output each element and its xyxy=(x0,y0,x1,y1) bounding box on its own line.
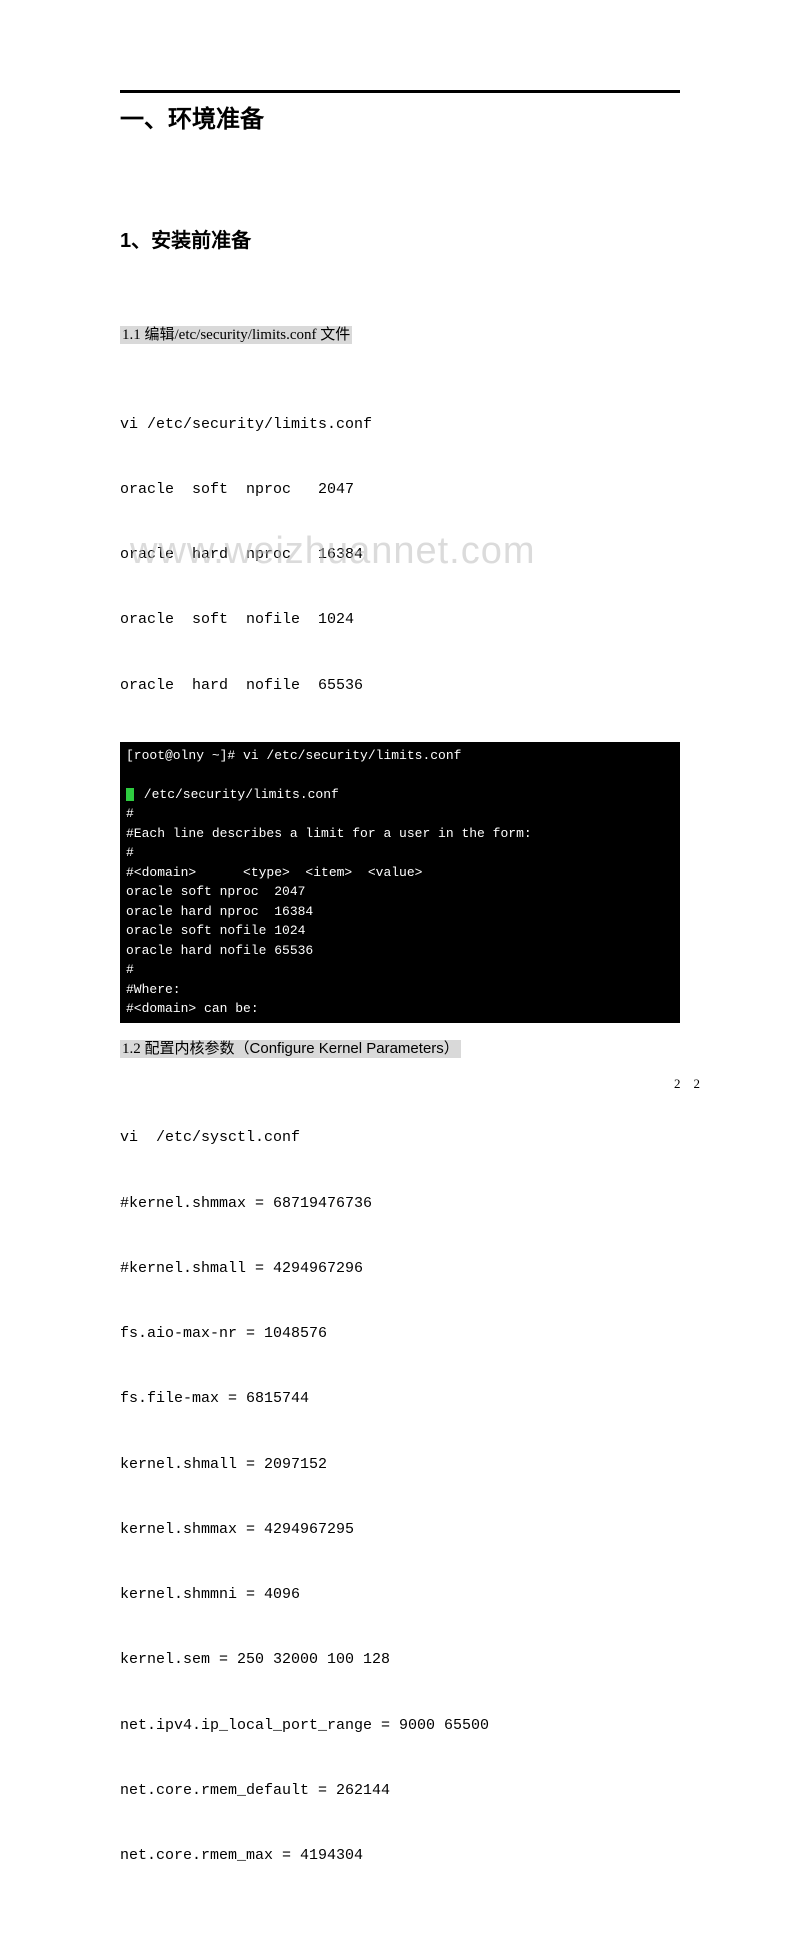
terminal-command: vi /etc/security/limits.conf xyxy=(235,748,461,763)
section-1-2-title-close: ） xyxy=(444,1041,459,1057)
code-line: #kernel.shmall = 4294967296 xyxy=(120,1258,680,1280)
top-rule xyxy=(120,90,680,93)
terminal-row: oracle hard nproc 16384 xyxy=(126,902,674,922)
heading-2: 1、安装前准备 xyxy=(120,224,680,253)
section-1-2-title: 1.2 配置内核参数（Configure Kernel Parameters） xyxy=(120,1040,461,1058)
code-line: oracle hard nproc 16384 xyxy=(120,544,680,566)
terminal-file-header: /etc/security/limits.conf xyxy=(126,785,674,805)
terminal-where: #Where: xyxy=(126,980,674,1000)
terminal-row: oracle soft nproc 2047 xyxy=(126,882,674,902)
page-number-right: 2 xyxy=(694,1076,701,1091)
terminal-domain-can-be: #<domain> can be: xyxy=(126,999,674,1019)
sysctl-conf-block: vi /etc/sysctl.conf #kernel.shmmax = 687… xyxy=(120,1084,680,1911)
section-1-1-title-wrap: 1.1 编辑/etc/security/limits.conf 文件 xyxy=(120,323,680,344)
terminal-row: oracle hard nofile 65536 xyxy=(126,941,674,961)
terminal-columns: #<domain> <type> <item> <value> xyxy=(126,863,674,883)
terminal-hash: # xyxy=(126,804,674,824)
code-line: kernel.shmmax = 4294967295 xyxy=(120,1519,680,1541)
code-line: vi /etc/sysctl.conf xyxy=(120,1127,680,1149)
terminal-hash: # xyxy=(126,960,674,980)
section-1-2-title-cn: 1.2 配置内核参数（ xyxy=(122,1041,250,1057)
code-line: net.core.rmem_max = 4194304 xyxy=(120,1845,680,1867)
code-line: kernel.shmall = 2097152 xyxy=(120,1454,680,1476)
section-1-2-title-en: Configure Kernel Parameters xyxy=(250,1040,444,1057)
code-line: net.core.rmem_default = 262144 xyxy=(120,1780,680,1802)
code-line: oracle soft nofile 1024 xyxy=(120,609,680,631)
terminal-prompt-line: [root@olny ~]# vi /etc/security/limits.c… xyxy=(126,746,674,766)
code-line: kernel.sem = 250 32000 100 128 xyxy=(120,1649,680,1671)
terminal-blank xyxy=(126,765,674,785)
code-line: kernel.shmmni = 4096 xyxy=(120,1584,680,1606)
terminal-hash: # xyxy=(126,843,674,863)
terminal-prompt: [root@olny ~]# xyxy=(126,748,235,763)
heading-1: 一、环境准备 xyxy=(120,99,680,134)
section-1-2-title-wrap: 1.2 配置内核参数（Configure Kernel Parameters） xyxy=(120,1037,680,1058)
page-number-left: 2 xyxy=(674,1076,681,1091)
code-line: oracle soft nproc 2047 xyxy=(120,479,680,501)
limits-conf-block: vi /etc/security/limits.conf oracle soft… xyxy=(120,370,680,740)
cursor-icon xyxy=(126,788,134,801)
code-line: fs.file-max = 6815744 xyxy=(120,1388,680,1410)
section-1-1-title: 1.1 编辑/etc/security/limits.conf 文件 xyxy=(120,326,352,344)
code-line: oracle hard nofile 65536 xyxy=(120,675,680,697)
code-line: #kernel.shmmax = 68719476736 xyxy=(120,1193,680,1215)
code-line: fs.aio-max-nr = 1048576 xyxy=(120,1323,680,1345)
document-page: 一、环境准备 1、安装前准备 1.1 编辑/etc/security/limit… xyxy=(0,0,800,1960)
terminal-screenshot: [root@olny ~]# vi /etc/security/limits.c… xyxy=(120,742,680,1023)
page-footer: 2 2 xyxy=(674,1076,700,1092)
terminal-file-path: /etc/security/limits.conf xyxy=(136,787,339,802)
code-line: vi /etc/security/limits.conf xyxy=(120,414,680,436)
code-line: net.ipv4.ip_local_port_range = 9000 6550… xyxy=(120,1715,680,1737)
terminal-desc: #Each line describes a limit for a user … xyxy=(126,824,674,844)
terminal-row: oracle soft nofile 1024 xyxy=(126,921,674,941)
